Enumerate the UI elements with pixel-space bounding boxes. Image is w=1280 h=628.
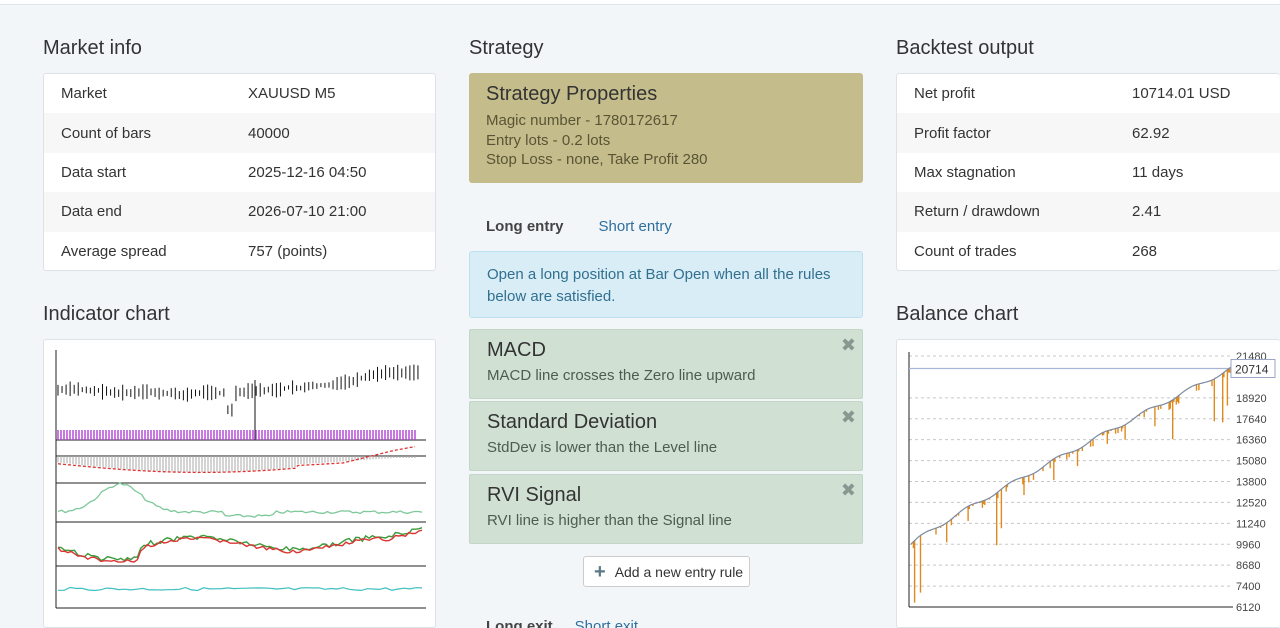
- y-tick-label: 12520: [1236, 497, 1267, 509]
- y-tick-label: 15080: [1236, 456, 1267, 468]
- tab-long-entry[interactable]: Long entry: [469, 210, 581, 244]
- indicator-chart-panel: [43, 339, 436, 628]
- close-icon[interactable]: ✖: [841, 480, 856, 501]
- row-value: XAUUSD M5: [248, 85, 336, 103]
- row-value: 2026-07-10 21:00: [248, 203, 367, 221]
- info-row: Market XAUUSD M5: [44, 74, 435, 113]
- tab-short-exit[interactable]: Short exit: [575, 618, 638, 628]
- exit-tabs: Long exit Short exit: [486, 618, 638, 628]
- row-label: Net profit: [914, 85, 975, 103]
- row-value: 62.92: [1132, 124, 1170, 142]
- y-tick-label: 7400: [1236, 581, 1260, 593]
- row-value: 10714.01 USD: [1132, 85, 1231, 103]
- row-label: Data start: [61, 163, 127, 181]
- rule-desc: RVI line is higher than the Signal line: [487, 512, 732, 529]
- entry-tabs: Long entry Short entry: [469, 210, 689, 244]
- entry-lots: Entry lots - 0.2 lots: [486, 131, 611, 149]
- magic-number: Magic number - 1780172617: [486, 112, 678, 129]
- rule-desc: MACD line crosses the Zero line upward: [487, 367, 756, 384]
- plus-icon: +: [594, 560, 606, 583]
- rvi-signal-line: [57, 529, 423, 563]
- y-tick-label: 6120: [1236, 602, 1260, 614]
- row-value: 2.41: [1132, 203, 1162, 221]
- row-value: 757 (points): [248, 242, 328, 260]
- row-label: Data end: [61, 203, 122, 221]
- row-label: Max stagnation: [914, 163, 1016, 181]
- row-label: Count of trades: [914, 242, 1017, 260]
- rvi-line: [57, 527, 423, 562]
- row-label: Return / drawdown: [914, 203, 1040, 221]
- add-entry-rule-button[interactable]: + Add a new entry rule: [583, 556, 750, 587]
- backtest-title: Backtest output: [896, 37, 1034, 59]
- y-tick-label: 11240: [1236, 518, 1266, 530]
- row-value: 268: [1132, 242, 1158, 260]
- balance-chart-panel: 21480 18920 17640 16360 15080 13800 12520 11240…: [896, 339, 1280, 628]
- rule-title: MACD: [487, 339, 546, 361]
- info-row: Max stagnation 11 days: [897, 153, 1280, 192]
- tab-short-entry[interactable]: Short entry: [581, 210, 689, 244]
- info-row: Count of bars 40000: [44, 113, 435, 153]
- strategy-title: Strategy: [469, 37, 544, 59]
- info-row: Data end 2026-07-10 21:00: [44, 192, 435, 232]
- stddev-line: [57, 482, 423, 518]
- info-row: Average spread 757 (points): [44, 232, 435, 271]
- top-bar: [0, 0, 1280, 5]
- strategy-properties-title: Strategy Properties: [486, 83, 658, 105]
- close-icon[interactable]: ✖: [841, 407, 856, 428]
- row-value: 2025-12-16 04:50: [248, 163, 367, 181]
- balance-chart-title: Balance chart: [896, 303, 1019, 325]
- entry-info-alert: Open a long position at Bar Open when al…: [469, 251, 863, 318]
- info-row: Net profit 10714.01 USD: [897, 74, 1280, 113]
- y-tick-label: 16360: [1236, 435, 1267, 447]
- indicator-line: [58, 586, 423, 592]
- info-row: Count of trades 268: [897, 232, 1280, 271]
- row-value: 40000: [248, 124, 290, 142]
- row-label: Average spread: [61, 242, 167, 260]
- rule-title: Standard Deviation: [487, 411, 658, 433]
- rule-desc: StdDev is lower than the Level line: [487, 439, 718, 456]
- y-tick-label: 8680: [1236, 560, 1260, 572]
- row-label: Profit factor: [914, 124, 991, 142]
- tab-long-exit[interactable]: Long exit: [486, 618, 553, 628]
- row-value: 11 days: [1132, 163, 1184, 181]
- equity-drawdown-line: [912, 367, 1232, 603]
- y-tick-label: 13800: [1236, 477, 1267, 489]
- info-row: Return / drawdown 2.41: [897, 192, 1280, 232]
- y-tick-label: 18920: [1236, 393, 1267, 405]
- close-icon[interactable]: ✖: [841, 335, 856, 356]
- rule-title: RVI Signal: [487, 484, 582, 506]
- indicator-chart: [55, 350, 426, 609]
- info-row: Data start 2025-12-16 04:50: [44, 153, 435, 192]
- balance-chart: 2148018920176401636015080138001252011240…: [908, 351, 1276, 614]
- current-value-label: 20714: [1235, 363, 1269, 377]
- stop-take: Stop Loss - none, Take Profit 280: [486, 151, 708, 168]
- market-info-table: Market XAUUSD M5 Count of bars 40000 Data st…: [43, 73, 436, 271]
- market-info-title: Market info: [43, 37, 142, 59]
- rule-stddev[interactable]: Standard Deviation StdDev is lower than …: [469, 401, 863, 471]
- rule-macd[interactable]: MACD MACD line crosses the Zero line upw…: [469, 329, 863, 399]
- rule-rvi[interactable]: RVI Signal RVI line is higher than the S…: [469, 474, 863, 544]
- indicator-chart-title: Indicator chart: [43, 303, 170, 325]
- backtest-table: Net profit 10714.01 USD Profit factor 62.92…: [896, 73, 1280, 271]
- info-row: Profit factor 62.92: [897, 113, 1280, 153]
- y-tick-label: 17640: [1236, 414, 1267, 426]
- row-label: Count of bars: [61, 124, 152, 142]
- add-entry-rule-label: Add a new entry rule: [614, 563, 744, 580]
- balance-line: [910, 366, 1232, 545]
- y-tick-label: 9960: [1236, 539, 1260, 551]
- strategy-properties[interactable]: Strategy Properties Magic number - 17801…: [469, 73, 863, 183]
- row-label: Market: [61, 85, 107, 103]
